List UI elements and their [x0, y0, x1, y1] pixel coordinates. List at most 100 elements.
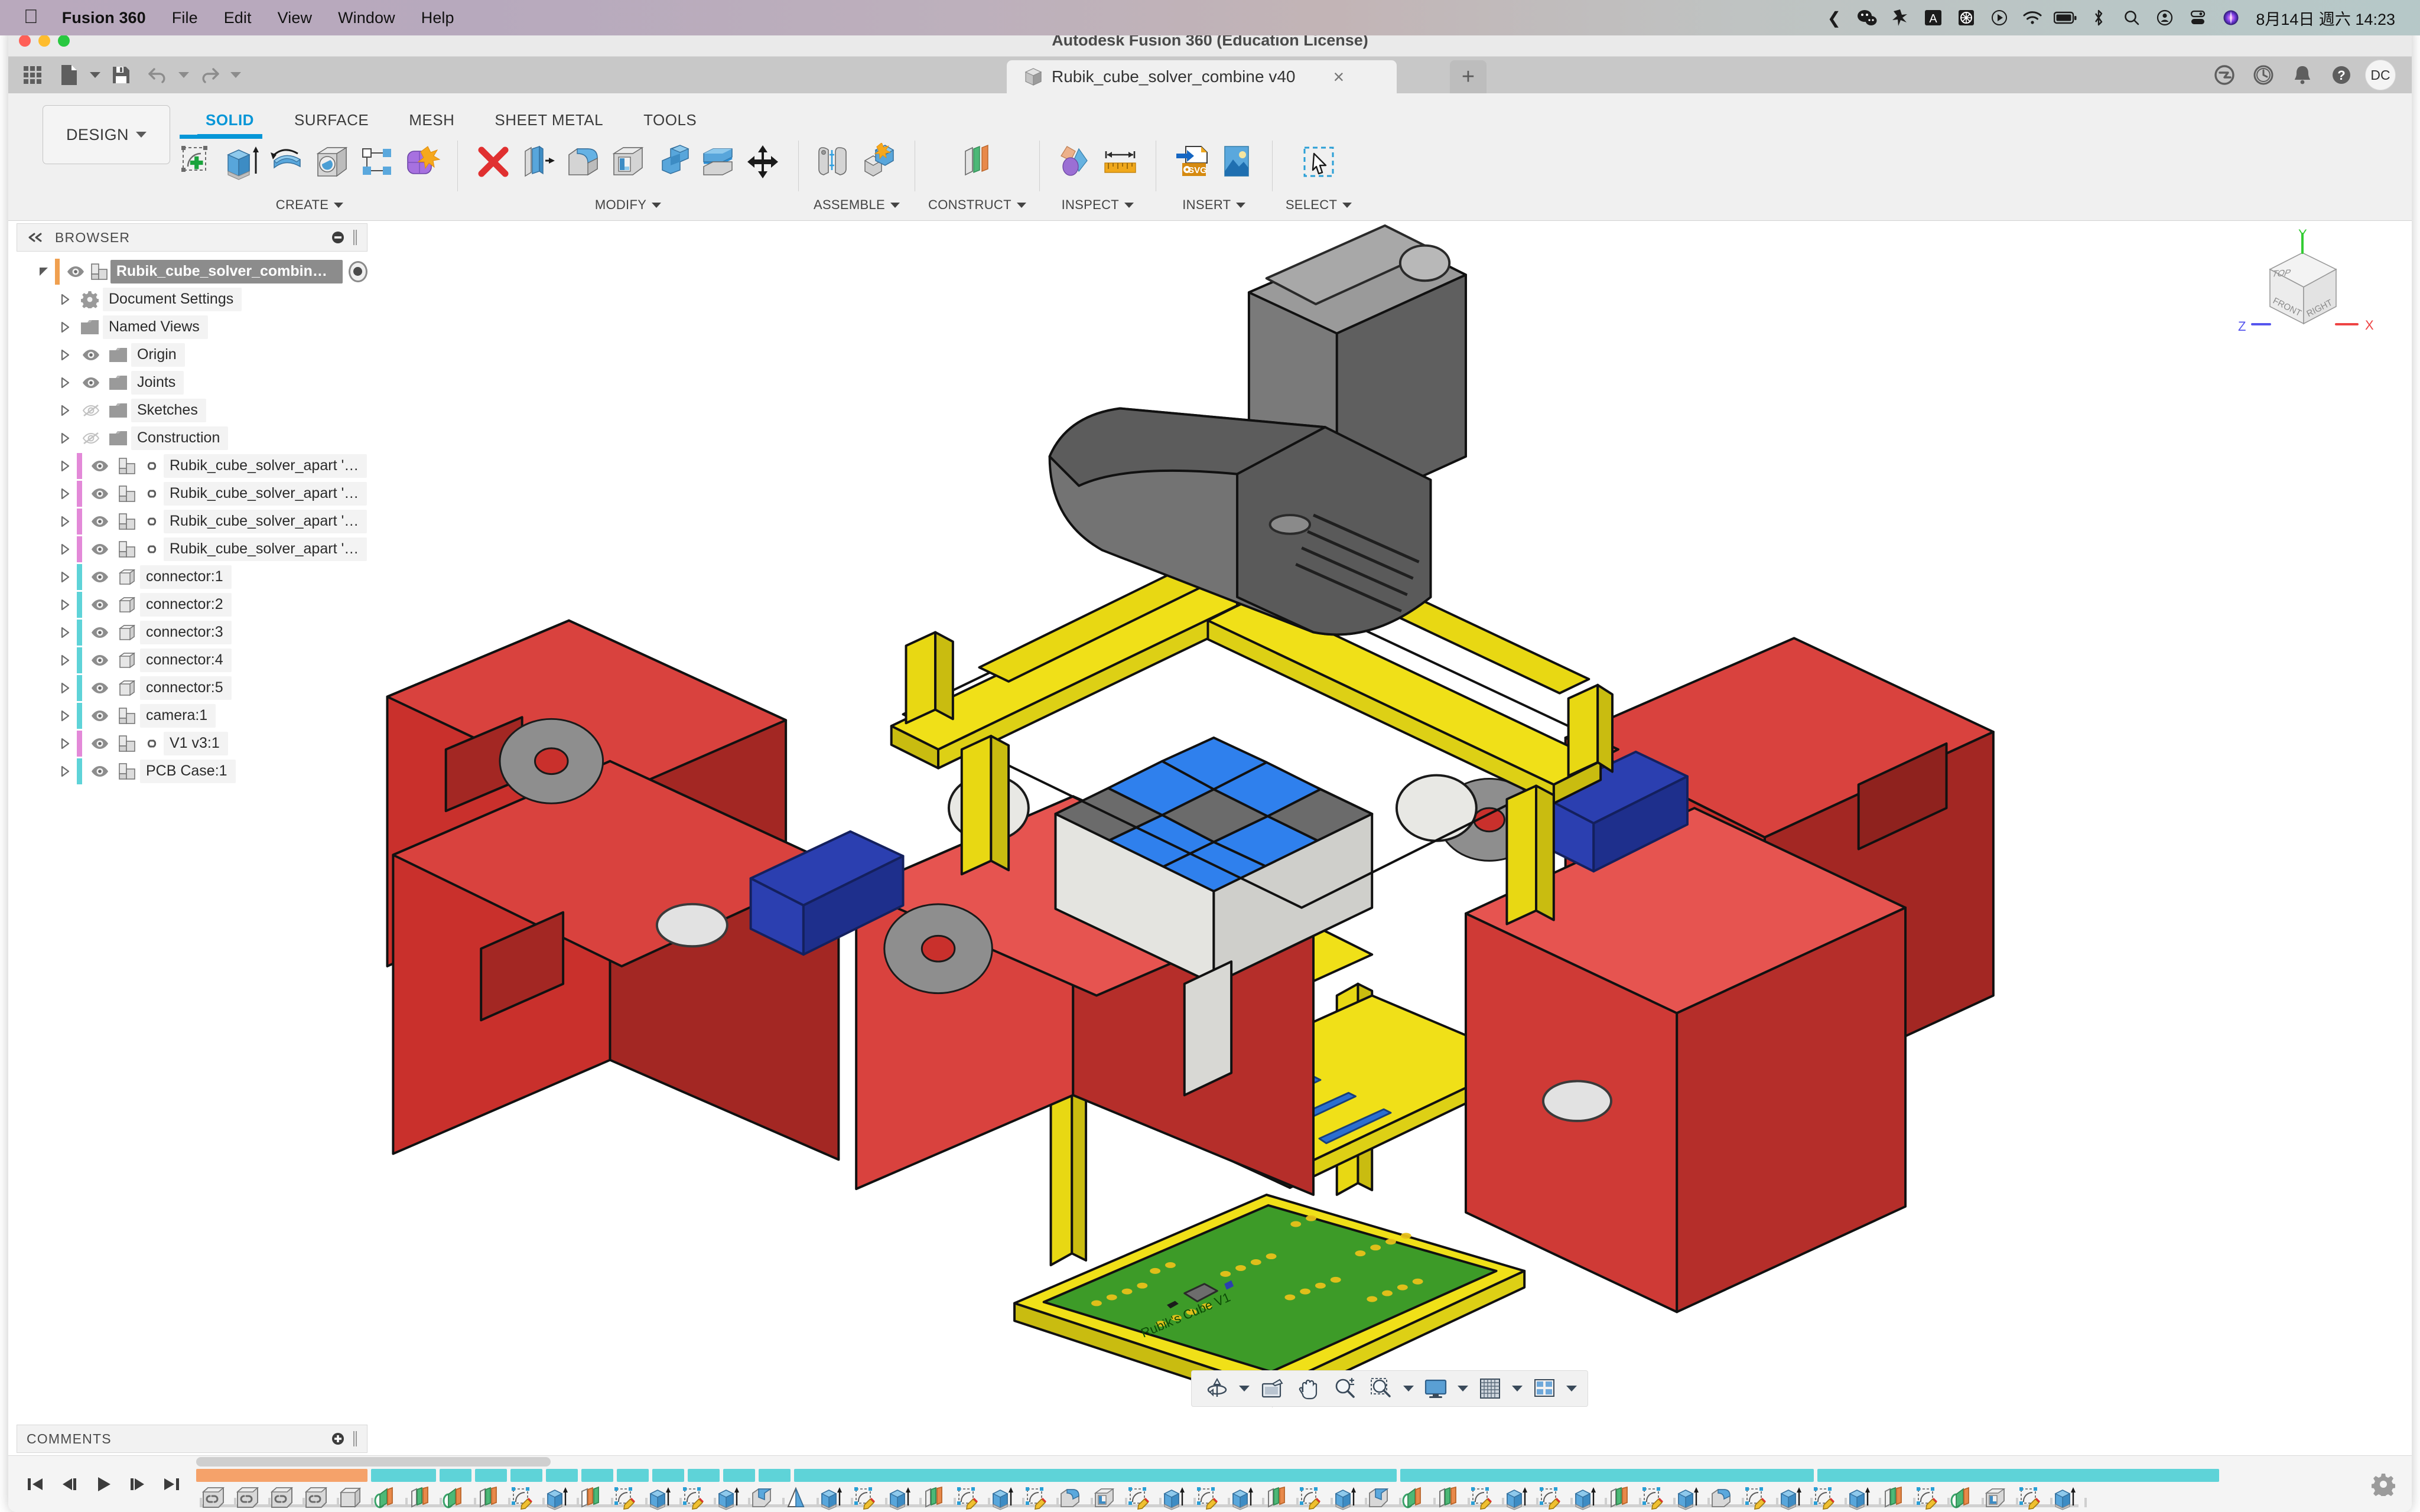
tree-node[interactable]: Rubik_cube_solver_apart '… [17, 507, 367, 535]
expand-arrow-closed-icon[interactable] [53, 348, 77, 361]
visibility-eye-icon[interactable] [77, 376, 105, 389]
undo-arrow-icon[interactable] [139, 60, 176, 90]
document-tab[interactable]: Rubik_cube_solver_combine v40 × [1007, 60, 1397, 93]
tree-node[interactable]: Joints [17, 369, 367, 396]
shell-tool[interactable] [606, 139, 650, 191]
minus-circle-icon[interactable] [331, 231, 344, 244]
grid-icon[interactable] [1472, 1371, 1508, 1406]
combine-tool[interactable] [650, 139, 695, 191]
expand-arrow-closed-icon[interactable] [53, 460, 77, 472]
battery-icon[interactable] [2049, 0, 2082, 35]
timeline-group-bar[interactable] [652, 1468, 684, 1482]
create-sketch-tool[interactable] [175, 135, 220, 191]
expand-arrow-closed-icon[interactable] [53, 626, 77, 639]
fit-caret-icon[interactable] [1400, 1371, 1417, 1406]
tab-mesh[interactable]: MESH [389, 98, 474, 139]
interference-tool[interactable] [1053, 139, 1098, 191]
expand-arrow-closed-icon[interactable] [53, 737, 77, 750]
gear-icon[interactable] [2355, 1472, 2412, 1496]
tree-node[interactable]: Sketches [17, 396, 367, 424]
visibility-eye-icon[interactable] [86, 765, 114, 778]
visibility-eye-icon[interactable] [86, 737, 114, 750]
step-back-icon[interactable] [53, 1467, 85, 1502]
visibility-eye-hidden-icon[interactable] [77, 404, 105, 417]
fillet-tool[interactable] [561, 139, 606, 191]
chevron-down-icon[interactable] [334, 202, 344, 208]
tree-node[interactable]: Rubik_cube_solver_apart '… [17, 535, 367, 563]
timeline-group-bar[interactable] [1817, 1468, 2219, 1482]
expand-arrow-closed-icon[interactable] [53, 515, 77, 528]
timeline-group-bar[interactable] [546, 1468, 578, 1482]
expand-arrow-closed-icon[interactable] [53, 709, 77, 722]
skip-end-icon[interactable] [156, 1467, 188, 1502]
new-component-tool[interactable] [857, 139, 902, 191]
chevron-down-icon[interactable] [1016, 202, 1026, 208]
file-page-icon[interactable] [51, 60, 87, 90]
view-cube[interactable]: TOP FRONT RIGHT X Y Z [2229, 228, 2376, 346]
offset-face-tool[interactable] [516, 139, 561, 191]
visibility-eye-icon[interactable] [86, 598, 114, 611]
tree-node[interactable]: V1 v3:1 [17, 729, 367, 757]
menu-edit[interactable]: Edit [211, 9, 265, 27]
new-tab-button[interactable]: + [1450, 60, 1487, 93]
timeline-group-bar[interactable] [1400, 1468, 1814, 1482]
expand-arrow-closed-icon[interactable] [53, 654, 77, 667]
help-question-icon[interactable]: ? [2322, 57, 2361, 93]
tree-node[interactable]: PCB Case:1 [17, 757, 367, 785]
expand-arrow-closed-icon[interactable] [53, 598, 77, 611]
apple-logo-icon[interactable]:  [24, 5, 49, 31]
chevron-down-icon[interactable] [652, 202, 662, 208]
tab-solid[interactable]: SOLID [186, 98, 274, 139]
viewports-caret-icon[interactable] [1563, 1371, 1580, 1406]
split-body-tool[interactable] [695, 139, 740, 191]
tree-node[interactable]: Document Settings [17, 285, 367, 313]
canvas-image-tool[interactable] [1214, 139, 1259, 191]
panel-resize-grip[interactable] [353, 230, 357, 245]
tree-node[interactable]: connector:2 [17, 591, 367, 618]
timeline-group-bar[interactable] [617, 1468, 649, 1482]
timeline-group-bar[interactable] [688, 1468, 720, 1482]
timeline-group-bar[interactable] [794, 1468, 1397, 1482]
tree-node[interactable]: connector:3 [17, 618, 367, 646]
create-form-tool[interactable] [399, 139, 444, 191]
visibility-eye-icon[interactable] [77, 348, 105, 361]
tree-node[interactable]: connector:5 [17, 674, 367, 702]
timeline-group-bar[interactable] [723, 1468, 755, 1482]
visibility-eye-icon[interactable] [86, 571, 114, 584]
play-circle-icon[interactable] [1983, 0, 2016, 35]
floppy-disk-icon[interactable] [103, 60, 139, 90]
visibility-eye-icon[interactable] [86, 543, 114, 556]
zoom-fit-icon[interactable] [1363, 1371, 1400, 1406]
comments-panel[interactable]: COMMENTS [17, 1425, 367, 1453]
close-icon[interactable]: × [1333, 66, 1344, 88]
user-account-icon[interactable] [2148, 0, 2181, 35]
panel-resize-grip[interactable] [353, 1431, 357, 1446]
chevron-left-icon[interactable]: ❮ [1817, 0, 1850, 35]
visibility-eye-icon[interactable] [86, 709, 114, 722]
timeline-group-bar[interactable] [581, 1468, 613, 1482]
timeline-group-bar[interactable] [759, 1468, 791, 1482]
joint-tool[interactable] [812, 139, 857, 191]
visibility-eye-icon[interactable] [86, 515, 114, 528]
measure-tool[interactable] [1098, 139, 1143, 191]
chevron-down-icon[interactable] [1342, 202, 1352, 208]
undo-caret-icon[interactable] [176, 60, 191, 90]
extensions-icon[interactable] [2205, 57, 2244, 93]
chevron-down-icon[interactable] [1236, 202, 1246, 208]
visibility-eye-hidden-icon[interactable] [77, 432, 105, 445]
timeline-scrollbar[interactable] [196, 1456, 551, 1467]
wifi-icon[interactable] [2016, 0, 2049, 35]
workspace-switcher[interactable]: DESIGN [43, 105, 170, 164]
timeline-group-bar[interactable] [196, 1468, 367, 1482]
chevron-down-icon[interactable] [1124, 202, 1134, 208]
monitor-icon[interactable] [1417, 1371, 1454, 1406]
hole-tool[interactable] [310, 139, 354, 191]
insert-svg-tool[interactable]: SVG [1169, 139, 1214, 191]
menu-view[interactable]: View [265, 9, 325, 27]
expand-arrow-closed-icon[interactable] [53, 682, 77, 695]
3d-viewport[interactable]: Rubik's Cube V1 TOP FRONT RIGHT X Y Z [367, 222, 2412, 1412]
step-forward-icon[interactable] [122, 1467, 154, 1502]
look-at-icon[interactable] [1253, 1371, 1290, 1406]
visibility-eye-icon[interactable] [86, 487, 114, 500]
visibility-eye-icon[interactable] [86, 460, 114, 472]
